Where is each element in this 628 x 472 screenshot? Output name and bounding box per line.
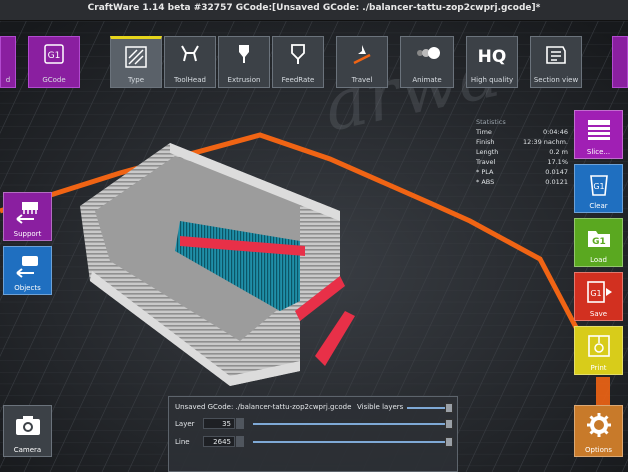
- layer-slider[interactable]: [253, 423, 449, 425]
- options-button[interactable]: Options: [574, 405, 623, 457]
- slice-button[interactable]: Slice...: [574, 110, 623, 159]
- line-slider[interactable]: [253, 441, 449, 443]
- support-button[interactable]: Support: [3, 192, 52, 241]
- extruder-icon: [239, 45, 249, 63]
- title-bar: CraftWare 1.14 beta #32757 GCode:[Unsave…: [0, 0, 628, 21]
- line-spinbox[interactable]: 2645: [203, 436, 235, 447]
- save-g1-icon: G1: [586, 281, 612, 303]
- objects-icon: [15, 256, 38, 278]
- support-icon: [15, 202, 38, 224]
- load-g1-icon: G1: [587, 231, 610, 247]
- svg-text:G1: G1: [48, 51, 61, 61]
- layers-type-icon: [125, 46, 147, 68]
- visible-layers-slider[interactable]: [407, 407, 449, 409]
- statistics-panel: Statistics Time 0:04:46 Finish 12:39 nachm…: [476, 117, 568, 187]
- extrusion-button[interactable]: Extrusion: [218, 36, 270, 88]
- gcode-icon: G1: [44, 44, 64, 64]
- load-button[interactable]: G1 Load: [574, 218, 623, 267]
- slice-icon: [587, 120, 610, 140]
- hq-icon: HQ: [477, 47, 507, 67]
- line-slider-handle[interactable]: [445, 437, 453, 447]
- right-partial-button[interactable]: [612, 36, 628, 88]
- print-button[interactable]: Print: [574, 326, 623, 375]
- type-button[interactable]: Type: [110, 36, 162, 88]
- camera-icon: [15, 416, 40, 435]
- svg-text:G1: G1: [592, 237, 606, 247]
- svg-text:G1: G1: [590, 289, 601, 298]
- layer-spinbox[interactable]: 35: [203, 418, 235, 429]
- trash-g1-icon: G1: [589, 175, 608, 196]
- visible-layers-handle[interactable]: [445, 403, 453, 413]
- clear-button[interactable]: G1 Clear: [574, 164, 623, 213]
- stat-row: Finish 12:39 nachm.: [476, 138, 568, 146]
- visible-layers-label: Visible layers: [357, 403, 404, 411]
- printer-icon: [587, 335, 610, 357]
- travel-icon: [353, 45, 371, 65]
- save-button[interactable]: G1 Save: [574, 272, 623, 321]
- svg-text:G1: G1: [593, 182, 604, 191]
- line-stepper-arrows[interactable]: [236, 436, 244, 447]
- section-view-button[interactable]: Section view: [530, 36, 582, 88]
- stat-row: Length 0.2 m: [476, 148, 568, 156]
- statistics-title: Statistics: [476, 118, 506, 126]
- objects-button[interactable]: Objects: [3, 246, 52, 295]
- layer-stepper-arrows[interactable]: [236, 418, 244, 429]
- camera-button[interactable]: Camera: [3, 405, 52, 457]
- toolhead-icon: [181, 45, 199, 62]
- animate-button[interactable]: Animate: [400, 36, 454, 88]
- stat-row: * PLA 0.0147: [476, 168, 568, 176]
- gcode-filename: Unsaved GCode: ./balancer-tattu-zop2cwpr…: [175, 403, 352, 411]
- toolhead-button[interactable]: ToolHead: [164, 36, 216, 88]
- stat-row: Time 0:04:46: [476, 128, 568, 136]
- feedrate-button[interactable]: FeedRate: [272, 36, 324, 88]
- left-partial-button[interactable]: d: [0, 36, 16, 88]
- gear-icon: [586, 413, 611, 437]
- gcode-button[interactable]: G1 GCode: [28, 36, 80, 88]
- nozzle-feedrate-icon: [291, 44, 305, 64]
- layer-slider-handle[interactable]: [445, 419, 453, 429]
- high-quality-button[interactable]: HQ High quality: [466, 36, 518, 88]
- stat-row: Travel 17.1%: [476, 158, 568, 166]
- travel-button[interactable]: Travel: [336, 36, 388, 88]
- window-title: CraftWare 1.14 beta #32757 GCode:[Unsave…: [87, 3, 541, 13]
- layer-label: Layer: [175, 420, 195, 428]
- stat-row: * ABS 0.0121: [476, 178, 568, 186]
- animate-icon: [417, 47, 440, 59]
- line-label: Line: [175, 438, 190, 446]
- layer-panel: Unsaved GCode: ./balancer-tattu-zop2cwpr…: [168, 396, 458, 472]
- section-view-icon: [546, 46, 566, 64]
